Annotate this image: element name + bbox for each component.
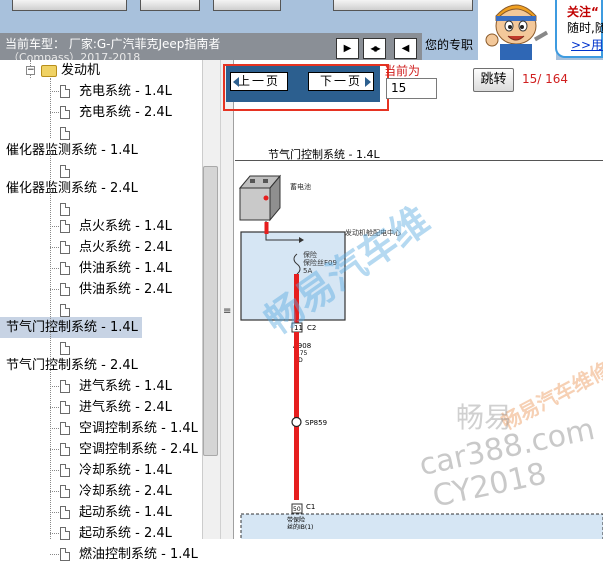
fuse-label: 保险丝F09 — [303, 258, 337, 267]
wire-segment — [294, 274, 299, 324]
notice-title: 关注“ — [567, 5, 599, 19]
splice-label: SP859 — [305, 419, 327, 427]
nav-next-icon[interactable]: ▶ — [336, 38, 359, 59]
bottom-connector: C1 — [306, 503, 315, 511]
document-icon — [60, 203, 70, 216]
tree-item[interactable]: 起动系统 - 2.4L — [57, 523, 176, 544]
document-icon — [60, 506, 70, 519]
tree-item[interactable]: 充电系统 - 1.4L — [57, 81, 176, 102]
tree-item[interactable]: 冷却系统 - 2.4L — [57, 481, 176, 502]
tree-guide — [50, 386, 59, 387]
toolbar-button-3[interactable] — [213, 0, 281, 11]
document-icon — [60, 106, 70, 119]
tree-guide — [50, 226, 59, 227]
tree-item[interactable]: 点火系统 - 1.4L — [57, 216, 176, 237]
document-icon — [60, 127, 70, 140]
battery-icon — [238, 174, 282, 222]
mascot-icon — [478, 0, 556, 60]
tree-guide — [50, 289, 59, 290]
bottom-label-1: 带保险 — [287, 516, 305, 524]
document-icon — [60, 443, 70, 456]
tree-guide — [50, 533, 59, 534]
notice-link[interactable]: >>用 — [571, 36, 603, 53]
notice-panel: 关注“ 随时,随 >>用 — [555, 0, 603, 58]
document-icon — [60, 262, 70, 275]
distribution-box — [240, 231, 346, 321]
nav-expand-icon[interactable]: ◀▶ — [363, 38, 386, 59]
folder-icon — [41, 65, 57, 77]
bottom-pin: 50 — [293, 506, 301, 513]
panel-splitter[interactable] — [220, 60, 234, 539]
toolbar-button-4[interactable] — [333, 0, 473, 11]
page-number-input[interactable]: 15 — [386, 78, 437, 99]
tree-item[interactable]: 供油系统 - 1.4L — [57, 258, 176, 279]
tree-guide — [50, 428, 59, 429]
page-count: 15/ 164 — [522, 72, 569, 86]
notice-subtitle: 随时,随 — [567, 21, 603, 35]
document-icon — [60, 342, 70, 355]
tree-guide — [50, 150, 51, 539]
wire-segment — [264, 222, 269, 234]
tree-folder-engine[interactable]: 发动机 — [61, 60, 100, 81]
battery-label: 蓄电池 — [290, 182, 311, 191]
document-icon — [60, 241, 70, 254]
highlight-frame — [223, 64, 389, 111]
document-icon — [60, 304, 70, 317]
tree-item[interactable]: 起动系统 - 1.4L — [57, 502, 176, 523]
distribution-box-label: 发动机舱配电中心 — [345, 228, 401, 237]
document-icon — [60, 85, 70, 98]
tree-guide — [50, 247, 59, 248]
document-icon — [60, 165, 70, 178]
tree-item[interactable]: 空调控制系统 - 2.4L — [57, 439, 202, 460]
tree-item[interactable]: 进气系统 - 1.4L — [57, 376, 176, 397]
splice-icon — [291, 416, 302, 428]
tree-item[interactable]: 节气门控制系统 - 1.4L — [0, 317, 142, 338]
tree-guide — [50, 407, 59, 408]
connector-name: C2 — [307, 324, 316, 332]
splitter-grip-icon[interactable]: ≡ — [223, 306, 231, 317]
connector-pin: 11 — [294, 324, 303, 332]
document-icon — [60, 401, 70, 414]
tree-guide — [50, 112, 59, 113]
document-icon — [60, 283, 70, 296]
tree-item[interactable]: 催化器监测系统 - 1.4L — [0, 140, 142, 161]
tree-item[interactable]: 点火系统 - 2.4L — [57, 237, 176, 258]
document-icon — [60, 422, 70, 435]
tree-guide — [50, 554, 59, 555]
bottom-label-2: 丝的IB(1) — [287, 523, 313, 531]
wiring-diagram: 蓄电池 发动机舱配电中心 保险 保险丝F09 5A 11 C2 A908 0.7… — [238, 174, 603, 539]
tree-item[interactable]: 催化器监测系统 - 2.4L — [0, 178, 142, 199]
document-icon — [60, 485, 70, 498]
toolbar-button-2[interactable] — [140, 0, 200, 11]
tree-item[interactable]: 冷却系统 - 1.4L — [57, 460, 176, 481]
document-icon — [60, 548, 70, 561]
document-icon — [60, 380, 70, 393]
document-icon — [60, 464, 70, 477]
tree-item[interactable]: 充电系统 - 2.4L — [57, 102, 176, 123]
tree-guide — [50, 512, 59, 513]
tree-item[interactable]: 燃油控制系统 - 1.4L — [57, 544, 202, 565]
tree-guide — [50, 268, 59, 269]
tree-guide — [50, 491, 59, 492]
collapse-icon[interactable]: − — [26, 66, 35, 75]
tree-guide — [50, 449, 59, 450]
jump-button[interactable]: 跳转 — [473, 68, 514, 92]
tree-guide — [50, 91, 59, 92]
document-icon — [60, 527, 70, 540]
tree-item[interactable]: 节气门控制系统 - 2.4L — [0, 355, 142, 376]
tree-guide — [50, 470, 59, 471]
document-icon — [60, 220, 70, 233]
wire-segment — [294, 332, 299, 500]
nav-prev-icon[interactable]: ◀ — [394, 38, 417, 59]
toolbar-button-1[interactable] — [12, 0, 127, 11]
pro-label: 您的专职 — [425, 38, 474, 52]
tree-item[interactable]: 进气系统 - 2.4L — [57, 397, 176, 418]
tree-scrollbar-thumb[interactable] — [203, 166, 218, 456]
tree-item[interactable]: 供油系统 - 2.4L — [57, 279, 176, 300]
tree-guide — [50, 78, 51, 138]
tree-item[interactable]: 空调控制系统 - 1.4L — [57, 418, 202, 439]
fuse-rating: 5A — [303, 267, 312, 275]
current-page-label: 当前为 — [384, 64, 421, 78]
